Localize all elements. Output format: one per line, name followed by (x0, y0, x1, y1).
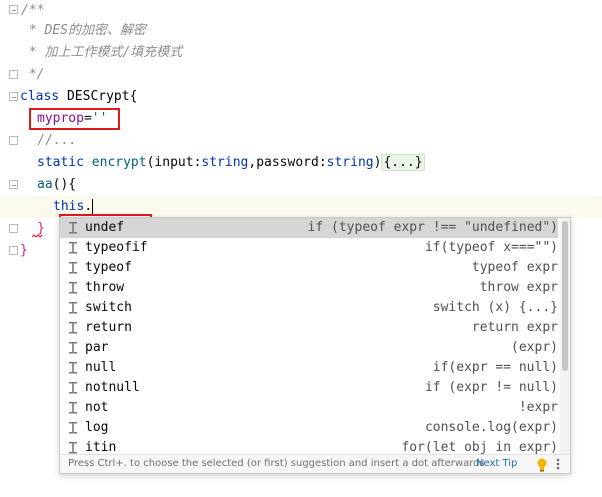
completion-item[interactable]: switch switch (x) {...} (60, 298, 558, 318)
doc-comment-line: /** (21, 3, 45, 18)
completion-item-template: if(typeof x==="") (424, 240, 558, 255)
postfix-template-icon (69, 382, 77, 394)
param-type: string (326, 155, 374, 170)
fold-end-icon[interactable] (9, 70, 18, 79)
fold-toggle-icon[interactable] (9, 92, 18, 101)
fold-expand-icon[interactable] (9, 136, 18, 145)
static-keyword: static (37, 155, 84, 170)
completion-item-template: if (typeof expr !== "undefined") (307, 220, 558, 235)
postfix-template-icon (69, 302, 77, 314)
error-underline (32, 234, 42, 238)
doc-comment-line: */ (21, 67, 45, 82)
lightbulb-icon[interactable] (536, 458, 548, 472)
folded-body[interactable]: {...} (381, 154, 425, 171)
completion-item-template: (expr) (511, 340, 558, 355)
completion-item-template: throw expr (479, 280, 558, 295)
postfix-template-icon (69, 422, 77, 434)
completion-item[interactable]: return return expr (60, 318, 558, 338)
completion-item[interactable]: par (expr) (60, 338, 558, 358)
completion-popup[interactable]: undef if (typeof expr !== "undefined") typ… (59, 217, 571, 474)
completion-item-template: if(expr == null) (432, 360, 558, 375)
fold-toggle-icon[interactable] (9, 5, 18, 14)
completion-item[interactable]: log console.log(expr) (60, 418, 558, 438)
fold-toggle-icon[interactable] (9, 180, 18, 189)
completion-item-template: console.log(expr) (424, 420, 558, 435)
fold-end-icon[interactable] (9, 224, 18, 233)
completion-item-template: !expr (518, 400, 558, 415)
postfix-template-icon (69, 222, 77, 234)
completion-item-name: return (85, 320, 132, 335)
completion-item-name: typeof (85, 260, 132, 275)
class-declaration-line: class DESCrypt{ (20, 86, 137, 108)
param-name: input (154, 155, 194, 170)
annotation-box-property (29, 108, 120, 130)
completion-item[interactable]: notnull if (expr != null) (60, 378, 558, 398)
text-caret (92, 198, 94, 215)
dot-operator: . (84, 199, 93, 214)
class-keyword: class (20, 89, 60, 104)
footer-hint: Press Ctrl+. to choose the selected (or … (68, 458, 485, 469)
method-signature: (){ (52, 177, 77, 192)
method-name: aa (37, 177, 53, 192)
completion-item-name: log (85, 420, 109, 435)
postfix-template-icon (69, 442, 77, 454)
doc-comment-line: * DES的加密、解密 (21, 23, 146, 38)
completion-item-name: null (85, 360, 117, 375)
param-type: string (201, 155, 249, 170)
completion-item-name: par (85, 340, 109, 355)
method-aa-line: aa(){ (37, 174, 76, 196)
postfix-template-icon (69, 282, 77, 294)
fold-end-icon[interactable] (9, 246, 18, 255)
completion-item[interactable]: null if(expr == null) (60, 358, 558, 378)
folded-comment-line: //... (37, 133, 77, 148)
postfix-template-icon (69, 342, 77, 354)
completion-item-name: notnull (85, 380, 140, 395)
postfix-template-icon (69, 322, 77, 334)
postfix-template-icon (69, 242, 77, 254)
more-vertical-icon[interactable] (556, 457, 560, 471)
completion-item[interactable]: typeof typeof expr (60, 258, 558, 278)
postfix-template-icon (69, 402, 77, 414)
open-brace: { (129, 89, 138, 104)
this-keyword: this (53, 199, 85, 214)
completion-item-name: throw (85, 280, 125, 295)
postfix-template-icon (69, 362, 77, 374)
completion-item-template: if (expr != null) (424, 380, 558, 395)
completion-item-name: switch (85, 300, 132, 315)
completion-item-name: undef (85, 220, 125, 235)
method-encrypt-line: static encrypt(input:string,password:str… (37, 154, 425, 171)
method-name: encrypt (91, 155, 147, 170)
completion-item-template: switch (x) {...} (432, 300, 558, 315)
completion-item-name: not (85, 400, 109, 415)
param-name: password (256, 155, 319, 170)
postfix-template-icon (69, 262, 77, 274)
completion-scrollbar[interactable] (560, 218, 570, 454)
completion-item[interactable]: not !expr (60, 398, 558, 418)
completion-item[interactable]: throw throw expr (60, 278, 558, 298)
completion-item-name: typeofif (85, 240, 148, 255)
completion-footer: Press Ctrl+. to choose the selected (or … (60, 454, 570, 473)
doc-comment-line: * 加上工作模式/填充模式 (21, 45, 183, 60)
class-close-brace: } (20, 243, 28, 258)
completion-item[interactable]: undef if (typeof expr !== "undefined") (60, 218, 558, 238)
scrollbar-thumb[interactable] (562, 221, 568, 371)
class-name: DESCrypt (66, 89, 130, 104)
next-tip-link[interactable]: Next Tip (476, 455, 517, 473)
completion-item-template: return expr (471, 320, 558, 335)
completion-item-template: typeof expr (471, 260, 558, 275)
completion-item[interactable]: typeofif if(typeof x==="") (60, 238, 558, 258)
